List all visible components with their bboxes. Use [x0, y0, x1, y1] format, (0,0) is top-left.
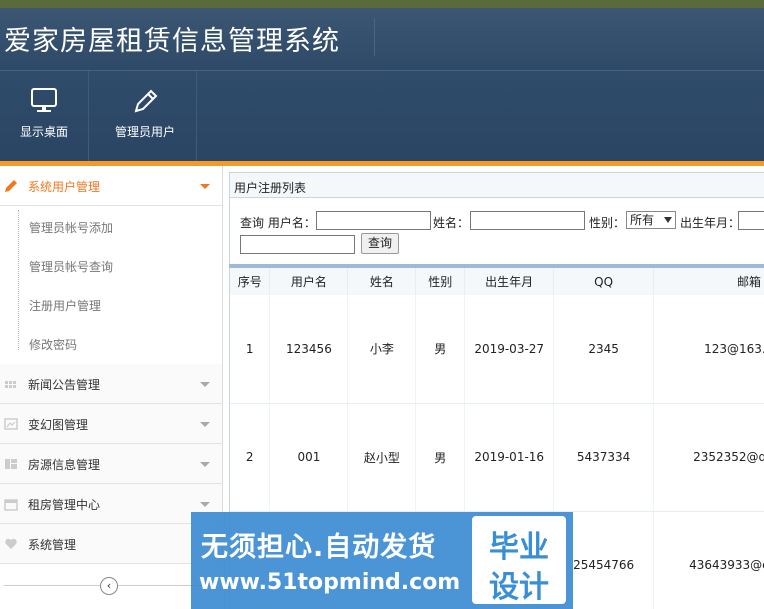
birth-input-end[interactable]	[240, 235, 355, 254]
panel-title: 用户注册列表	[234, 181, 307, 195]
cell: 2019-01-16	[464, 403, 555, 512]
sidebar-item-registered-users[interactable]: 注册用户管理	[29, 297, 101, 314]
monitor-icon	[31, 88, 57, 112]
calendar-icon	[4, 499, 18, 511]
toolbar-separator	[88, 71, 89, 165]
search-form: 查询 用户名： 姓名： 性别： 所有 出生年月： 查询	[229, 198, 764, 264]
col-header: 用户名	[269, 268, 349, 295]
query-username-label: 查询 用户名：	[240, 216, 316, 230]
gender-label: 性别：	[589, 216, 626, 230]
cell: 男	[415, 403, 466, 512]
chevron-down-icon	[200, 462, 210, 467]
watermark-badge-bottom: 设计	[489, 570, 549, 605]
sidebar-group-label: 系统管理	[28, 538, 77, 552]
panel-header: 用户注册列表	[229, 172, 764, 198]
toolbar: 显示桌面 管理员用户	[0, 70, 764, 165]
chevron-down-icon	[200, 422, 210, 427]
sidebar-group-housing[interactable]: 房源信息管理	[0, 444, 222, 484]
watermark-slogan: 无须担心.自动发货	[201, 532, 437, 563]
dropdown-arrow-icon	[664, 217, 672, 223]
submenu-tree-line	[18, 210, 19, 350]
cell: 2352352@qq	[653, 403, 764, 512]
toolbar-separator	[196, 71, 197, 165]
sidebar-group-label: 租房管理中心	[28, 498, 101, 512]
top-band	[0, 0, 764, 8]
watermark-badge-top: 毕业	[489, 530, 549, 565]
app-header: 爱家房屋租赁信息管理系统	[0, 8, 764, 70]
col-header: 性别	[415, 268, 466, 295]
sidebar-group-system[interactable]: 系统管理	[0, 524, 222, 564]
name-input[interactable]	[470, 211, 585, 230]
cell: 男	[415, 295, 466, 404]
username-input[interactable]	[316, 211, 431, 230]
sidebar-group-label: 新闻公告管理	[28, 378, 101, 392]
cell: 赵小型	[347, 403, 417, 512]
chevron-down-icon	[200, 502, 210, 507]
image-icon	[4, 418, 18, 430]
chevron-down-icon	[200, 184, 210, 189]
sidebar-item-add-admin[interactable]: 管理员帐号添加	[29, 219, 113, 236]
sidebar-group-carousel[interactable]: 变幻图管理	[0, 404, 222, 444]
watermark-banner: 无须担心.自动发货 www.51topmind.com 毕业 设计	[191, 512, 573, 609]
col-header: 序号	[230, 268, 271, 295]
col-header: 出生年月	[464, 268, 555, 295]
admin-user-label: 管理员用户	[114, 125, 175, 139]
cell: 123456	[269, 295, 349, 404]
name-label: 姓名：	[433, 216, 470, 230]
table-row[interactable]: 1 123456 小李 男 2019-03-27 2345 123@163.c	[230, 295, 764, 404]
layout-icon	[5, 459, 17, 469]
cell: 小李	[347, 295, 417, 404]
collapse-sidebar-button[interactable]: ‹	[100, 577, 118, 595]
cell: 2019-03-27	[464, 295, 555, 404]
header-divider	[374, 18, 375, 56]
cell: 001	[269, 403, 349, 512]
show-desktop-label: 显示桌面	[19, 125, 68, 139]
sidebar-group-label: 系统用户管理	[28, 180, 101, 194]
watermark-url: www.51topmind.com	[199, 570, 461, 595]
table-row[interactable]: 2 001 赵小型 男 2019-01-16 5437334 2352352@q…	[230, 403, 764, 512]
cell: 2345	[553, 295, 655, 404]
pencil-icon	[5, 180, 17, 192]
sidebar-group-user-management[interactable]: 系统用户管理	[0, 166, 222, 206]
gender-select[interactable]: 所有	[626, 211, 676, 229]
sidebar-group-label: 变幻图管理	[28, 418, 89, 432]
sidebar-group-rental[interactable]: 租房管理中心	[0, 484, 222, 524]
sidebar-group-label: 房源信息管理	[28, 458, 101, 472]
watermark-badge: 毕业 设计	[472, 516, 566, 605]
cell: 2	[230, 403, 271, 512]
sidebar-item-change-password[interactable]: 修改密码	[29, 336, 77, 353]
cell: 1	[230, 295, 271, 404]
cell: 5437334	[553, 403, 655, 512]
chevron-down-icon	[200, 382, 210, 387]
grid-icon	[5, 381, 16, 388]
col-header: 姓名	[347, 268, 417, 295]
col-header: QQ	[553, 268, 655, 295]
sidebar-item-query-admin[interactable]: 管理员帐号查询	[29, 258, 113, 275]
birth-label: 出生年月：	[680, 216, 741, 230]
admin-user-button[interactable]: 管理员用户	[100, 71, 190, 165]
cell: 43643933@c	[653, 511, 764, 609]
pencil-icon	[134, 89, 158, 113]
heart-icon	[5, 538, 17, 549]
app-title: 爱家房屋租赁信息管理系统	[4, 26, 340, 57]
sidebar-group-news[interactable]: 新闻公告管理	[0, 364, 222, 404]
cell: 123@163.c	[653, 295, 764, 404]
table-header-row: 序号 用户名 姓名 性别 出生年月 QQ 邮箱	[230, 268, 764, 295]
search-button[interactable]: 查询	[361, 233, 399, 254]
col-header: 邮箱	[653, 268, 764, 295]
birth-input[interactable]	[738, 211, 764, 230]
show-desktop-button[interactable]: 显示桌面	[0, 71, 88, 165]
gender-select-value: 所有	[630, 213, 655, 227]
